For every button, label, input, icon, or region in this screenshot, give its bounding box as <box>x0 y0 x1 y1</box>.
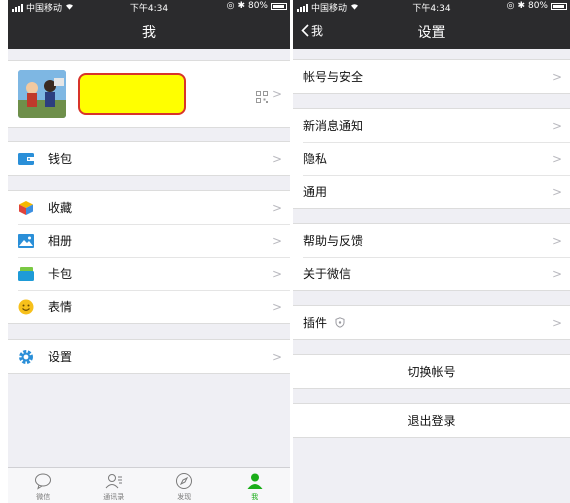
avatar[interactable] <box>18 70 66 118</box>
menu-item-favorites[interactable]: 收藏 > <box>8 191 290 224</box>
favorites-cube-icon <box>18 200 34 216</box>
settings-screen: 中国移动 下午4:34 ◎ ✱ 80% 我 设置 帐号与安全 > 新消息通知 > <box>293 0 570 503</box>
shield-icon <box>335 317 345 328</box>
button-label: 切换帐号 <box>407 365 456 379</box>
redacted-name-highlight <box>78 73 186 115</box>
chevron-right-icon: > <box>551 152 562 166</box>
chevron-right-icon: > <box>271 234 282 248</box>
album-icon <box>18 233 34 249</box>
settings-item-notifications[interactable]: 新消息通知 > <box>293 109 570 142</box>
chevron-right-icon: > <box>271 267 282 281</box>
battery-percent: 80% <box>247 1 268 11</box>
bluetooth-icon: ✱ <box>517 1 525 11</box>
item-label: 隐私 <box>303 152 328 166</box>
item-label: 关于微信 <box>303 267 352 281</box>
battery-icon <box>271 2 287 10</box>
menu-label: 设置 <box>48 350 73 364</box>
status-bar: 中国移动 下午4:34 ◎ ✱ 80% <box>8 0 290 14</box>
status-bar: 中国移动 下午4:34 ◎ ✱ 80% <box>293 0 570 14</box>
chevron-right-icon: > <box>271 350 282 364</box>
tab-label: 微信 <box>36 493 51 501</box>
menu-item-settings[interactable]: 设置 > <box>8 340 290 373</box>
content-group: 收藏 > 相册 > 卡包 > 表情 > <box>8 190 290 324</box>
gear-icon <box>18 349 34 365</box>
tab-contacts[interactable]: 通讯录 <box>79 468 150 503</box>
logout-group: 退出登录 <box>293 403 570 438</box>
switch-account-button[interactable]: 切换帐号 <box>293 355 570 388</box>
alarm-icon: ◎ <box>506 1 515 11</box>
battery-icon <box>551 2 567 10</box>
menu-item-album[interactable]: 相册 > <box>8 224 290 257</box>
preferences-group: 新消息通知 > 隐私 > 通用 > <box>293 108 570 209</box>
support-group: 帮助与反馈 > 关于微信 > <box>293 223 570 291</box>
alarm-icon: ◎ <box>226 1 235 11</box>
tab-label: 我 <box>251 493 259 501</box>
settings-item-help-feedback[interactable]: 帮助与反馈 > <box>293 224 570 257</box>
button-label: 退出登录 <box>407 414 456 428</box>
battery-percent: 80% <box>527 1 548 11</box>
page-title: 我 <box>142 25 156 41</box>
menu-item-wallet[interactable]: 钱包 > <box>8 142 290 175</box>
tab-label: 发现 <box>177 493 192 501</box>
menu-label: 相册 <box>48 234 73 248</box>
wallet-icon <box>18 151 34 167</box>
nav-bar: 我 设置 <box>293 13 570 49</box>
person-icon <box>247 473 263 489</box>
chevron-right-icon: > <box>551 119 562 133</box>
settings-item-about[interactable]: 关于微信 > <box>293 257 570 290</box>
chevron-right-icon: > <box>271 152 282 166</box>
account-group: 帐号与安全 > <box>293 59 570 94</box>
wallet-group: 钱包 > <box>8 141 290 176</box>
switch-account-group: 切换帐号 <box>293 354 570 389</box>
item-label: 帐号与安全 <box>303 70 364 84</box>
menu-label: 卡包 <box>48 267 73 281</box>
tab-me[interactable]: 我 <box>220 468 291 503</box>
menu-item-cards[interactable]: 卡包 > <box>8 257 290 290</box>
menu-label: 表情 <box>48 300 73 314</box>
chevron-right-icon: > <box>551 70 562 84</box>
item-label: 通用 <box>303 185 328 199</box>
settings-item-general[interactable]: 通用 > <box>293 175 570 208</box>
settings-item-plugins[interactable]: 插件 > <box>293 306 570 339</box>
qr-code-icon[interactable] <box>256 88 268 103</box>
chat-bubble-icon <box>35 473 52 490</box>
item-label: 帮助与反馈 <box>303 234 364 248</box>
nav-bar: 我 <box>8 13 290 49</box>
tab-discover[interactable]: 发现 <box>149 468 220 503</box>
chevron-right-icon: > <box>271 300 282 314</box>
settings-item-privacy[interactable]: 隐私 > <box>293 142 570 175</box>
page-title: 设置 <box>417 25 446 41</box>
bluetooth-icon: ✱ <box>237 1 245 11</box>
me-screen: 中国移动 下午4:34 ◎ ✱ 80% 我 > 钱包 > 收藏 > 相册 > 卡… <box>8 0 290 503</box>
menu-label: 收藏 <box>48 201 73 215</box>
contacts-icon <box>105 474 122 489</box>
chevron-right-icon: > <box>551 234 562 248</box>
chevron-right-icon: > <box>271 201 282 215</box>
chevron-right-icon: > <box>551 316 562 330</box>
menu-item-stickers[interactable]: 表情 > <box>8 290 290 323</box>
settings-group: 设置 > <box>8 339 290 374</box>
chevron-right-icon: > <box>551 185 562 199</box>
logout-button[interactable]: 退出登录 <box>293 404 570 437</box>
item-label: 插件 <box>303 316 328 330</box>
smiley-icon <box>18 299 34 315</box>
chevron-right-icon: > <box>551 267 562 281</box>
compass-icon <box>176 473 193 489</box>
item-label: 新消息通知 <box>303 119 364 133</box>
chevron-right-icon: > <box>271 87 282 101</box>
plugins-group: 插件 > <box>293 305 570 340</box>
tab-chats[interactable]: 微信 <box>8 468 79 503</box>
tab-label: 通讯录 <box>103 493 125 501</box>
tab-bar: 微信 通讯录 发现 我 <box>8 467 290 503</box>
profile-card[interactable]: > <box>8 60 290 128</box>
settings-item-account-security[interactable]: 帐号与安全 > <box>293 60 570 93</box>
menu-label: 钱包 <box>48 152 73 166</box>
card-wallet-icon <box>18 266 34 282</box>
